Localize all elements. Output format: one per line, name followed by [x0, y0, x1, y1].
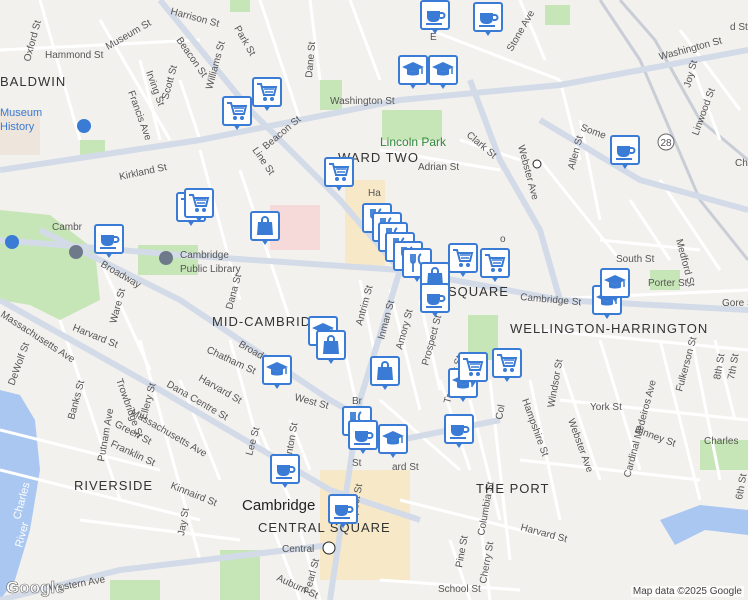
cart-icon — [227, 102, 248, 120]
school-marker[interactable] — [378, 424, 408, 458]
street-label: Washington St — [330, 96, 395, 107]
city-label: Cambridge — [242, 497, 315, 514]
street-label: Ha — [368, 188, 381, 199]
coffee-marker[interactable] — [473, 2, 503, 36]
area-label: THE PORT — [476, 481, 550, 496]
coffee-marker[interactable] — [420, 0, 450, 34]
cart-marker[interactable] — [480, 248, 510, 282]
coffee-marker[interactable] — [270, 454, 300, 488]
cart-icon — [453, 249, 474, 267]
cart-icon — [497, 354, 518, 372]
bag-marker[interactable] — [316, 330, 346, 364]
street-label: o — [500, 234, 506, 245]
cart-marker[interactable] — [458, 352, 488, 386]
station-poi — [322, 541, 336, 555]
coffee-marker[interactable] — [348, 420, 378, 454]
library-poi — [159, 251, 173, 265]
bag-icon — [323, 335, 339, 354]
area-label: CENTRAL SQUARE — [258, 520, 391, 535]
coffee-icon — [276, 465, 296, 479]
street-label: ard St — [392, 462, 419, 473]
street-label: Porter St — [648, 278, 688, 289]
coffee-marker[interactable] — [610, 135, 640, 169]
bag-icon — [257, 216, 273, 235]
cart-marker[interactable] — [448, 243, 478, 277]
school-icon — [604, 275, 626, 289]
coffee-icon — [334, 505, 354, 519]
cart-marker[interactable] — [492, 348, 522, 382]
museum-label: Museum — [0, 107, 42, 119]
route-28-label: 28 — [660, 138, 672, 149]
library-label-2: Public Library — [180, 264, 241, 275]
coffee-marker[interactable] — [328, 494, 358, 528]
cart-marker[interactable] — [222, 96, 252, 130]
cart-icon — [257, 83, 278, 101]
church-poi-2 — [69, 245, 83, 259]
google-logo: Google — [6, 578, 65, 598]
cart-icon — [189, 194, 210, 212]
school-icon — [402, 62, 424, 76]
street-label: South St — [616, 254, 655, 265]
cart-marker[interactable] — [184, 188, 214, 222]
street-label: St — [352, 458, 362, 469]
street-label: d St — [730, 22, 748, 33]
central-station-label: Central — [282, 544, 314, 555]
area-label: BALDWIN — [0, 74, 66, 89]
area-label: WELLINGTON-HARRINGTON — [510, 321, 708, 336]
map-credit: Map data ©2025 Google — [630, 586, 744, 597]
street-label: Gore S — [722, 298, 748, 309]
coffee-icon — [450, 425, 470, 439]
bag-marker[interactable] — [250, 211, 280, 245]
area-label: RIVERSIDE — [74, 478, 153, 493]
street-label: Charles — [704, 436, 738, 447]
bag-icon — [377, 361, 393, 380]
street-label: Hammond St — [45, 50, 104, 61]
bag-marker[interactable] — [370, 356, 400, 390]
lincoln-park-label: Lincoln Park — [380, 135, 447, 149]
museum-label-2: History — [0, 121, 35, 133]
cart-marker[interactable] — [324, 157, 354, 191]
church-poi — [5, 235, 19, 249]
coffee-icon — [479, 13, 499, 27]
cart-icon — [329, 163, 350, 181]
transit-poi — [532, 159, 542, 169]
school-marker[interactable] — [398, 55, 428, 89]
school-icon — [432, 62, 454, 76]
coffee-marker[interactable] — [444, 414, 474, 448]
area-label: SQUARE — [448, 284, 509, 299]
coffee-icon — [616, 146, 636, 160]
street-label: Che — [735, 158, 748, 169]
school-icon — [382, 431, 404, 445]
street-label: Cambr — [52, 222, 83, 233]
museum-poi — [77, 119, 91, 133]
street-label: Adrian St — [418, 162, 459, 173]
cart-icon — [463, 358, 484, 376]
coffee-marker[interactable] — [420, 283, 450, 317]
cart-icon — [485, 254, 506, 272]
coffee-icon — [426, 11, 446, 25]
coffee-icon — [100, 235, 120, 249]
map-canvas[interactable]: 28 Harrison St Oxford St Hammond St Muse… — [0, 0, 748, 600]
coffee-icon — [354, 431, 374, 445]
cart-marker[interactable] — [252, 77, 282, 111]
school-marker[interactable] — [262, 355, 292, 389]
street-label: York St — [590, 402, 622, 413]
school-icon — [266, 362, 288, 376]
school-marker[interactable] — [600, 268, 630, 302]
school-marker[interactable] — [428, 55, 458, 89]
coffee-icon — [426, 294, 446, 308]
library-label: Cambridge — [180, 250, 229, 261]
street-label: School St — [438, 584, 481, 595]
coffee-marker[interactable] — [94, 224, 124, 258]
